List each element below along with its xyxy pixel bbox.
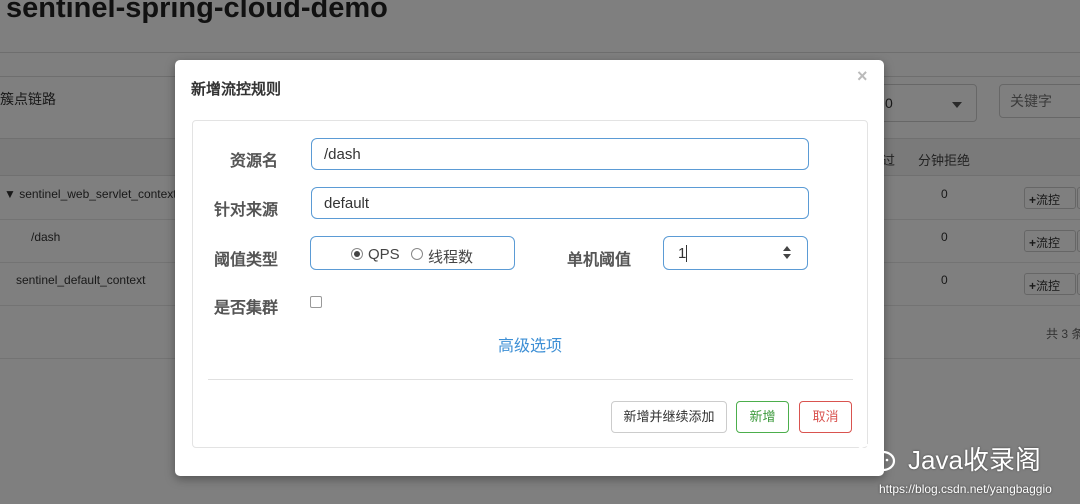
limit-app-input[interactable] [311,187,809,219]
resource-name-input[interactable] [311,138,809,170]
spinner-icon[interactable] [783,246,793,260]
limit-app-label: 针对来源 [214,202,279,219]
text-cursor [686,245,687,262]
radio-qps[interactable] [351,248,363,260]
advanced-options-link[interactable]: 高级选项 [498,332,562,356]
watermark-brand: Java收录阁 [908,445,1041,475]
threshold-type-label: 阈值类型 [214,252,279,269]
dialog-body: 资源名 针对来源 阈值类型 QPS 线程数 单机阈值 1 是否集群 高级选项 新… [192,120,868,504]
radio-thread-count-label[interactable]: 线程数 [428,246,473,267]
watermark: Java收录阁 [852,436,1072,476]
threshold-type-radio-group: QPS 线程数 [310,236,515,270]
form-divider [208,379,853,380]
cancel-button[interactable]: 取消 [799,401,852,433]
add-flow-rule-dialog: 新增流控规则 × 资源名 针对来源 阈值类型 QPS 线程数 单机阈值 1 是否… [175,60,884,476]
radio-thread-count[interactable] [411,248,423,260]
cluster-mode-label: 是否集群 [214,300,279,317]
add-button[interactable]: 新增 [736,401,789,433]
resource-name-label: 资源名 [230,153,279,170]
single-threshold-input[interactable]: 1 [663,236,808,270]
cluster-mode-checkbox[interactable] [310,296,322,308]
radio-qps-label[interactable]: QPS [368,246,400,263]
watermark-url: https://blog.csdn.net/yangbaggio [879,482,1052,496]
wechat-icon [854,443,896,472]
single-threshold-label: 单机阈值 [567,252,632,269]
form-panel: 资源名 针对来源 阈值类型 QPS 线程数 单机阈值 1 是否集群 高级选项 新… [192,120,868,448]
close-icon[interactable]: × [857,66,868,87]
dialog-title: 新增流控规则 [191,81,282,98]
add-and-continue-button[interactable]: 新增并继续添加 [611,401,727,433]
